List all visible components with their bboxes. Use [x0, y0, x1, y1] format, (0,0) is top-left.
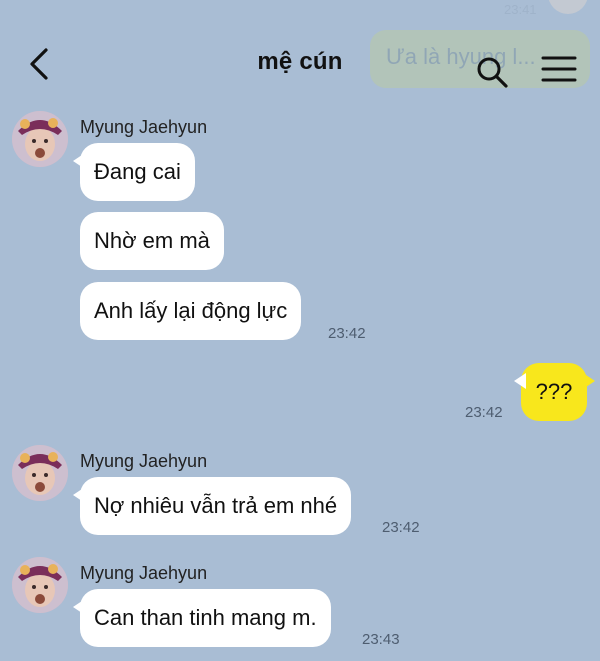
user-avatar-icon: [12, 111, 68, 167]
hamburger-menu-icon: [541, 56, 577, 82]
outgoing-message-bubble[interactable]: ???: [514, 363, 595, 421]
sender-name: Myung Jaehyun: [80, 563, 208, 583]
user-avatar-icon: [12, 445, 68, 501]
message-bubble[interactable]: Đang cai: [73, 143, 195, 201]
avatar[interactable]: [12, 111, 68, 167]
message-bubble[interactable]: Can than tinh mang m.: [73, 589, 331, 647]
user-avatar-icon: [12, 557, 68, 613]
message-text: Anh lấy lại động lực: [94, 298, 288, 323]
chat-title: mệ cún: [257, 48, 343, 75]
message-text: Nhờ em mà: [94, 228, 210, 253]
menu-button[interactable]: [540, 52, 578, 86]
message-timestamp: 23:42: [328, 325, 366, 342]
message-timestamp: 23:42: [382, 519, 420, 536]
message-bubble[interactable]: Anh lấy lại động lực: [80, 282, 302, 340]
search-button[interactable]: [474, 54, 510, 90]
search-icon: [477, 57, 508, 88]
message-bubble[interactable]: Nhờ em mà: [80, 212, 224, 270]
avatar[interactable]: [12, 445, 68, 501]
message-text: Can than tinh mang m.: [94, 605, 317, 630]
message-text: Đang cai: [94, 159, 181, 184]
sender-name: Myung Jaehyun: [80, 117, 208, 137]
avatar[interactable]: [12, 557, 68, 613]
message-timestamp: 23:43: [362, 631, 400, 648]
chat-header: mệ cún: [0, 0, 600, 110]
sender-name: Myung Jaehyun: [80, 451, 208, 471]
message-text: Nợ nhiêu vẫn trả em nhé: [94, 493, 338, 518]
message-timestamp: 23:42: [465, 404, 503, 421]
message-bubble[interactable]: Nợ nhiêu vẫn trả em nhé: [72, 477, 352, 535]
message-text: ???: [535, 379, 573, 404]
